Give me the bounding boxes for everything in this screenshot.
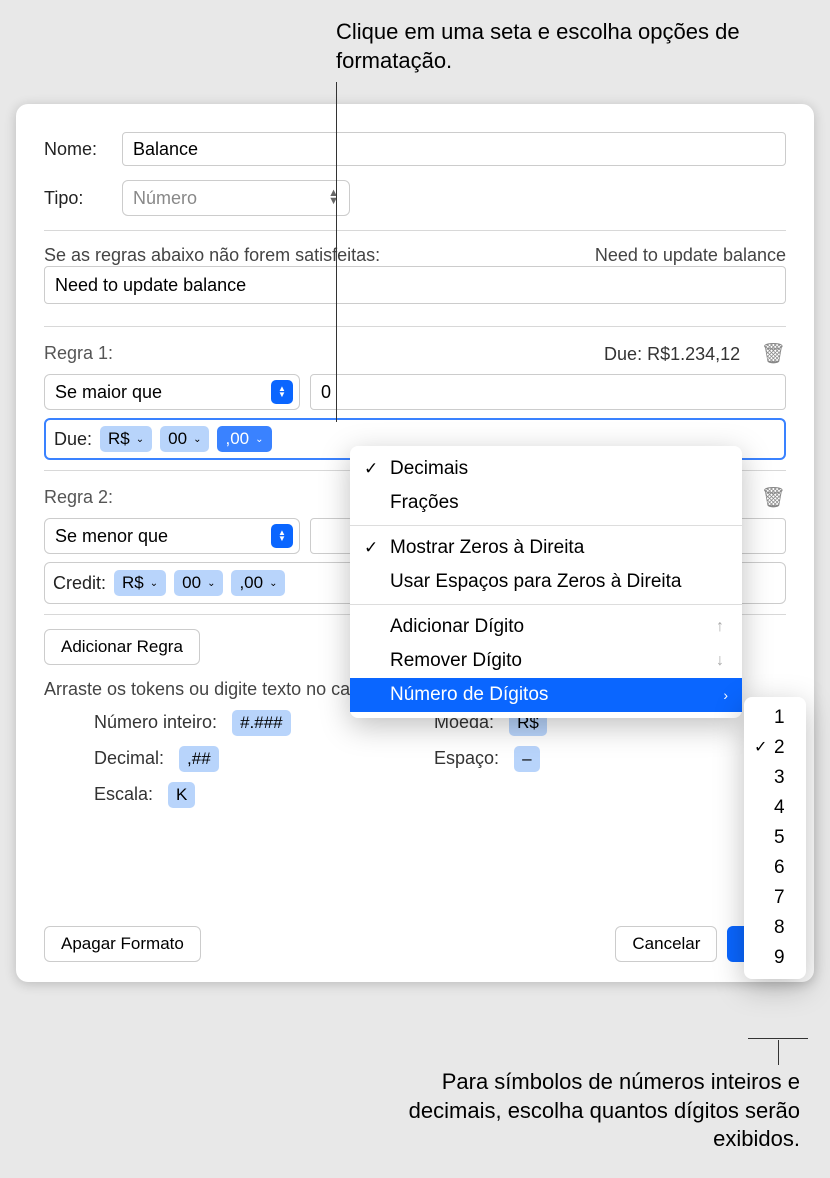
chevron-down-icon: ⌄: [255, 434, 263, 445]
menu-item-add-digit[interactable]: Adicionar Dígito↑: [350, 610, 742, 644]
delete-format-button[interactable]: Apagar Formato: [44, 926, 201, 962]
rule1-condition-value: Se maior que: [55, 382, 162, 403]
rule2-prefix: Credit:: [53, 573, 106, 594]
chevron-down-icon: ⌄: [269, 578, 277, 589]
rule2-condition-value: Se menor que: [55, 526, 168, 547]
type-select-value: Número: [133, 188, 197, 209]
submenu-item-2[interactable]: 2: [744, 733, 806, 763]
menu-item-num-digits[interactable]: Número de Dígitos›: [350, 678, 742, 712]
divider: [44, 230, 786, 231]
rule1-prefix: Due:: [54, 429, 92, 450]
name-input[interactable]: [122, 132, 786, 166]
chevron-right-icon: ›: [723, 687, 728, 703]
menu-item-show-trailing[interactable]: Mostrar Zeros à Direita: [350, 531, 742, 565]
fallback-input[interactable]: [44, 266, 786, 304]
rule1-condition-select[interactable]: Se maior que ▲▼: [44, 374, 300, 410]
integer-token-sample[interactable]: #.###: [232, 710, 291, 736]
submenu-item-1[interactable]: 1: [744, 703, 806, 733]
submenu-item-4[interactable]: 4: [744, 793, 806, 823]
chevrons-icon: ▲▼: [271, 524, 293, 548]
integer-token-label: Número inteiro:: [94, 712, 227, 732]
submenu-item-3[interactable]: 3: [744, 763, 806, 793]
fallback-preview: Need to update balance: [595, 245, 786, 266]
digits-submenu: 1 2 3 4 5 6 7 8 9: [744, 697, 806, 979]
integer-token[interactable]: 00⌄: [160, 426, 209, 452]
decimal-token[interactable]: ,00⌄: [217, 426, 271, 452]
currency-token[interactable]: R$⌄: [100, 426, 152, 452]
chevrons-icon: ▲▼: [271, 380, 293, 404]
submenu-item-9[interactable]: 9: [744, 943, 806, 973]
trash-icon[interactable]: 🗑: [761, 485, 786, 510]
cancel-button[interactable]: Cancelar: [615, 926, 717, 962]
scale-token-sample[interactable]: K: [168, 782, 195, 808]
submenu-item-7[interactable]: 7: [744, 883, 806, 913]
menu-item-decimals[interactable]: Decimais: [350, 452, 742, 486]
name-label: Nome:: [44, 139, 122, 160]
space-token-sample[interactable]: –: [514, 746, 539, 772]
rule1-value-input[interactable]: [310, 374, 786, 410]
rule1-label: Regra 1:: [44, 343, 113, 364]
chevron-down-icon: ⌄: [207, 578, 215, 589]
scale-token-label: Escala:: [94, 784, 163, 804]
submenu-item-8[interactable]: 8: [744, 913, 806, 943]
submenu-item-6[interactable]: 6: [744, 853, 806, 883]
decimal-options-menu: Decimais Frações Mostrar Zeros à Direita…: [350, 446, 742, 718]
space-token-label: Espaço:: [434, 748, 509, 768]
decimal-token[interactable]: ,00⌄: [231, 570, 285, 596]
menu-separator: [350, 525, 742, 526]
menu-separator: [350, 604, 742, 605]
divider: [44, 326, 786, 327]
decimal-token-label: Decimal:: [94, 748, 174, 768]
currency-token[interactable]: R$⌄: [114, 570, 166, 596]
chevron-down-icon: ⌄: [150, 578, 158, 589]
trash-icon[interactable]: 🗑: [761, 343, 786, 365]
callout-leader-line: [778, 1040, 779, 1065]
arrow-down-icon: ↓: [716, 652, 724, 670]
integer-token[interactable]: 00⌄: [174, 570, 223, 596]
fallback-label: Se as regras abaixo não forem satisfeita…: [44, 245, 380, 265]
callout-bottom-text: Para símbolos de números inteiros e deci…: [400, 1068, 800, 1154]
chevron-down-icon: ⌄: [193, 434, 201, 445]
callout-bracket: [748, 1038, 808, 1039]
decimal-token-sample[interactable]: ,##: [179, 746, 219, 772]
chevrons-icon: ▲▼: [328, 190, 339, 205]
callout-leader-line: [336, 82, 337, 422]
callout-top-text: Clique em uma seta e escolha opções de f…: [336, 18, 830, 75]
submenu-item-5[interactable]: 5: [744, 823, 806, 853]
menu-item-fractions[interactable]: Frações: [350, 486, 742, 520]
menu-item-use-spaces[interactable]: Usar Espaços para Zeros à Direita: [350, 565, 742, 599]
rule2-condition-select[interactable]: Se menor que ▲▼: [44, 518, 300, 554]
menu-item-remove-digit[interactable]: Remover Dígito↓: [350, 644, 742, 678]
type-select[interactable]: Número ▲▼: [122, 180, 350, 216]
add-rule-button[interactable]: Adicionar Regra: [44, 629, 200, 665]
chevron-down-icon: ⌄: [136, 434, 144, 445]
arrow-up-icon: ↑: [716, 618, 724, 636]
rule2-label: Regra 2:: [44, 487, 113, 508]
rule1-preview: Due: R$1.234,12: [604, 344, 740, 364]
type-label: Tipo:: [44, 188, 122, 209]
